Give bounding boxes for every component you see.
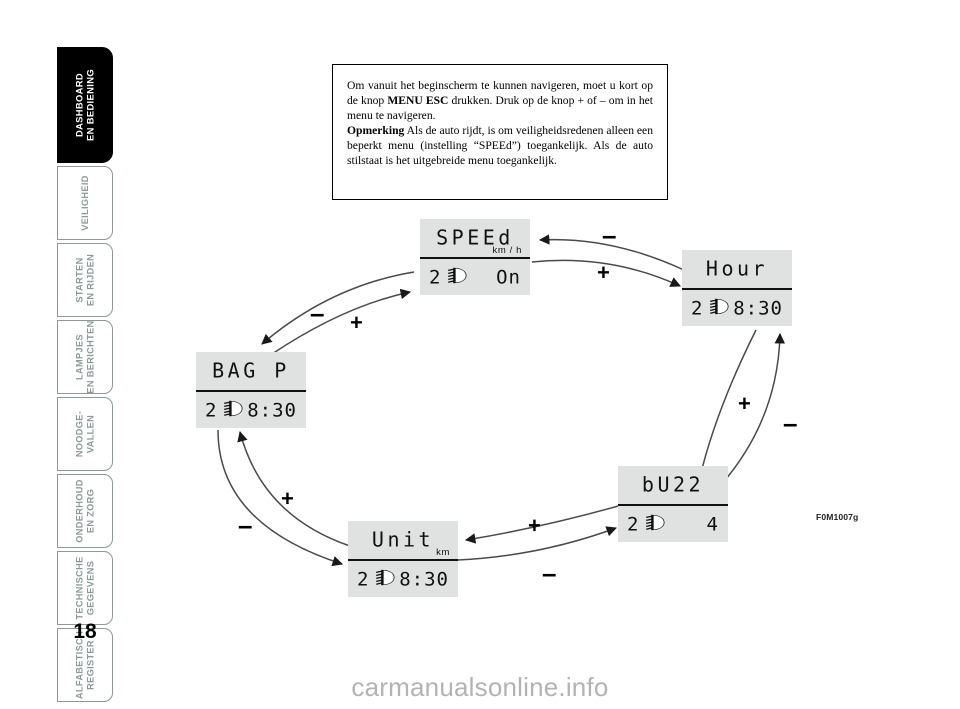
arrow-bagp-to-unit-minus [217, 429, 343, 567]
lcd-top-buzz: bU22 [618, 466, 728, 506]
sidebar-item-label: LAMPJES EN BERICHTEN [74, 320, 96, 394]
lcd-bottom-unit: 2 8:30 [348, 561, 458, 599]
op-bagp-plus: + [350, 310, 363, 335]
lcd-title-bag-p: BAG P [212, 358, 290, 383]
sidebar-item-veiligheid[interactable]: VEILIGHEID [57, 166, 113, 240]
lcd-gear-buzz: 2 [627, 513, 639, 536]
lcd-unit-speed: km / h [492, 245, 522, 256]
lcd-top-speed: SPEEd km / h [420, 219, 530, 259]
lcd-title-hour: Hour [705, 256, 769, 281]
lcd-top-unit: Unit km [348, 521, 458, 561]
lcd-top-hour: Hour [682, 250, 792, 290]
menu-esc-keyword: MENU ESC [387, 93, 449, 107]
manual-page: DASHBOARD EN BEDIENING VEILIGHEID STARTEN… [0, 0, 960, 709]
figure-code: F0M1007g [816, 512, 859, 522]
lcd-gear-speed: 2 [429, 266, 441, 289]
lcd-screen-hour: Hour 2 8:30 [682, 250, 792, 326]
lcd-screen-buzz: bU22 2 4 [618, 466, 728, 542]
op-unit-plus: + [281, 486, 294, 511]
note-paragraph-2: Opmerking Als de auto rijdt, is om veili… [347, 124, 653, 169]
op-speed-minus: – [602, 220, 617, 250]
note-paragraph-1: Om vanuit het beginscherm te kunnen navi… [347, 79, 653, 124]
op-bagp-minus: – [310, 298, 325, 328]
page-number: 18 [73, 620, 97, 643]
sidebar-item-lampjes-en-berichten[interactable]: LAMPJES EN BERICHTEN [57, 320, 113, 394]
lcd-gear-bag-p: 2 [205, 399, 217, 422]
low-beam-headlight-icon [447, 267, 469, 289]
low-beam-headlight-icon [375, 569, 397, 591]
arrow-bagp-to-speed-plus [271, 288, 412, 355]
lcd-bottom-buzz: 2 4 [618, 506, 728, 544]
lcd-value-hour: 8:30 [733, 297, 783, 320]
lcd-title-buzz: bU22 [641, 472, 705, 497]
op-hour-minus: – [783, 408, 798, 438]
lcd-unit-unit: km [436, 547, 450, 558]
sidebar-item-technische-gegevens[interactable]: TECHNISCHE GEGEVENS [57, 551, 113, 625]
watermark: carmanualsonline.info [351, 672, 609, 702]
op-unit-minus: – [238, 510, 253, 540]
sidebar-item-label: ONDERHOUD EN ZORG [74, 479, 96, 543]
lcd-value-speed: On [496, 266, 521, 289]
lcd-gear-unit: 2 [357, 568, 369, 591]
lcd-value-buzz: 4 [706, 513, 719, 536]
arrow-unit-to-bagp-plus [237, 430, 351, 547]
arrow-buzz-to-unit-plus [464, 504, 623, 544]
low-beam-headlight-icon [645, 514, 667, 536]
op-buzz-minus: – [542, 558, 557, 588]
op-speed-plus: + [597, 260, 610, 285]
lcd-gear-hour: 2 [691, 297, 703, 320]
low-beam-headlight-icon [223, 400, 245, 422]
sidebar-item-label: DASHBOARD EN BEDIENING [73, 69, 96, 141]
lcd-bottom-hour: 2 8:30 [682, 290, 792, 328]
lcd-bottom-speed: 2 On [420, 259, 530, 297]
opmerking-keyword: Opmerking [347, 123, 405, 137]
lcd-value-bag-p: 8:30 [247, 399, 297, 422]
op-hour-plus: + [738, 391, 751, 416]
sidebar-chapter-tabs: DASHBOARD EN BEDIENING VEILIGHEID STARTEN… [57, 47, 113, 702]
op-buzz-plus: + [528, 513, 541, 538]
sidebar-item-onderhoud-en-zorg[interactable]: ONDERHOUD EN ZORG [57, 474, 113, 548]
lcd-screen-speed: SPEEd km / h 2 On [420, 219, 530, 295]
note-box: Om vanuit het beginscherm te kunnen navi… [332, 64, 668, 200]
sidebar-item-starten-en-rijden[interactable]: STARTEN EN RIJDEN [57, 243, 113, 317]
lcd-value-unit: 8:30 [399, 568, 449, 591]
sidebar-item-dashboard-en-bediening[interactable]: DASHBOARD EN BEDIENING [57, 47, 113, 163]
lcd-bottom-bag-p: 2 8:30 [196, 392, 306, 430]
lcd-screen-bag-p: BAG P 2 8:30 [196, 352, 306, 428]
sidebar-item-noodgevallen[interactable]: NOODGE- VALLEN [57, 397, 113, 471]
lcd-top-bag-p: BAG P [196, 352, 306, 392]
sidebar-item-label: VEILIGHEID [79, 175, 90, 231]
sidebar-item-label: NOODGE- VALLEN [74, 410, 96, 458]
arrow-speed-to-bagp-minus [261, 271, 415, 345]
low-beam-headlight-icon [709, 298, 731, 320]
sidebar-item-label: STARTEN EN RIJDEN [74, 253, 96, 307]
sidebar-item-label: TECHNISCHE GEGEVENS [74, 556, 96, 620]
lcd-screen-unit: Unit km 2 8:30 [348, 521, 458, 597]
